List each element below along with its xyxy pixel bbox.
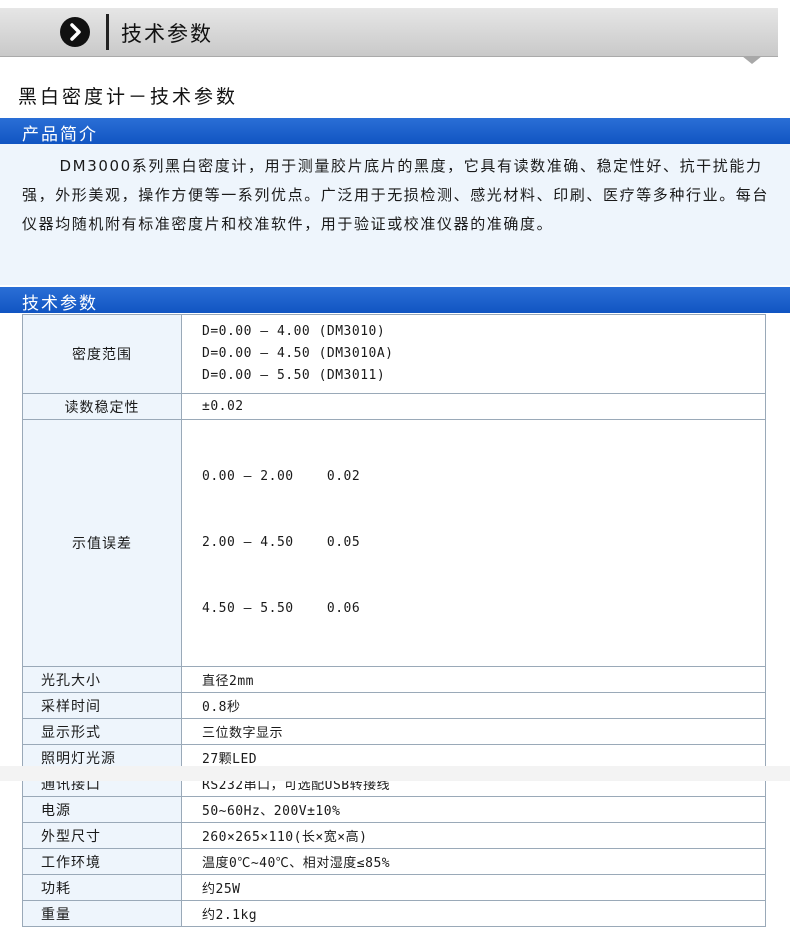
spec-value-line: 4.50 — 5.50 0.06 [202,601,361,616]
section-bar-specs: 技术参数 [0,287,790,314]
spec-label: 工作环境 [22,848,182,875]
banner-title: 技术参数 [121,22,213,46]
spec-label: 读数稳定性 [22,393,182,420]
spec-label: 外型尺寸 [22,822,182,849]
table-row: 功耗 约25W [22,874,766,901]
page-title: 黑白密度计－技术参数 [18,86,239,108]
spec-label: 显示形式 [22,718,182,745]
spec-label: 电源 [22,796,182,823]
table-row: 重量 约2.1kg [22,900,766,927]
spec-value: 约25W [181,874,766,901]
spec-value-line: 0.00 — 2.00 0.02 [202,469,361,484]
spec-label: 光孔大小 [22,666,182,693]
spec-value: 260×265×110(长×宽×高) [181,822,766,849]
spec-value: D=0.00 — 4.00 (DM3010) D=0.00 — 4.50 (DM… [181,314,766,394]
header-banner: 技术参数 [0,8,778,57]
table-row: 读数稳定性 ±0.02 [22,393,766,420]
spec-value-line: D=0.00 — 4.50 (DM3010A) [202,346,394,361]
banner-divider [106,14,109,50]
spec-value: 温度0℃~40℃、相对湿度≤85% [181,848,766,875]
spec-value-line: D=0.00 — 5.50 (DM3011) [202,368,386,383]
table-row: 工作环境 温度0℃~40℃、相对湿度≤85% [22,848,766,875]
spec-value: 50~60Hz、200V±10% [181,796,766,823]
spec-label: 密度范围 [22,314,182,394]
spec-value-line: 2.00 — 4.50 0.05 [202,535,361,550]
spec-value-line: D=0.00 — 4.00 (DM3010) [202,324,386,339]
spec-value: 约2.1kg [181,900,766,927]
spec-table: 密度范围 D=0.00 — 4.00 (DM3010) D=0.00 — 4.5… [22,314,766,927]
arrow-right-icon [60,17,90,47]
section-bar-intro: 产品简介 [0,118,790,145]
spec-label: 示值误差 [22,419,182,667]
spec-value: 0.8秒 [181,692,766,719]
banner-notch [742,56,762,64]
intro-paragraph: DM3000系列黑白密度计，用于测量胶片底片的黑度，它具有读数准确、稳定性好、抗… [22,157,770,233]
table-row: 示值误差 0.00 — 2.00 0.02 2.00 — 4.50 0.05 4… [22,419,766,667]
table-row: 电源 50~60Hz、200V±10% [22,796,766,823]
table-row: 密度范围 D=0.00 — 4.00 (DM3010) D=0.00 — 4.5… [22,314,766,394]
spec-label: 采样时间 [22,692,182,719]
table-row: 外型尺寸 260×265×110(长×宽×高) [22,822,766,849]
table-row: 显示形式 三位数字显示 [22,718,766,745]
spec-value: ±0.02 [181,393,766,420]
spec-value: 0.00 — 2.00 0.02 2.00 — 4.50 0.05 4.50 —… [181,419,766,667]
spec-value: 三位数字显示 [181,718,766,745]
section-title-intro: 产品简介 [22,125,98,145]
table-row: 采样时间 0.8秒 [22,692,766,719]
table-row: 光孔大小 直径2mm [22,666,766,693]
section-title-specs: 技术参数 [22,294,98,314]
spec-label: 重量 [22,900,182,927]
footer-strip [0,766,790,781]
spec-label: 功耗 [22,874,182,901]
spec-value: 直径2mm [181,666,766,693]
